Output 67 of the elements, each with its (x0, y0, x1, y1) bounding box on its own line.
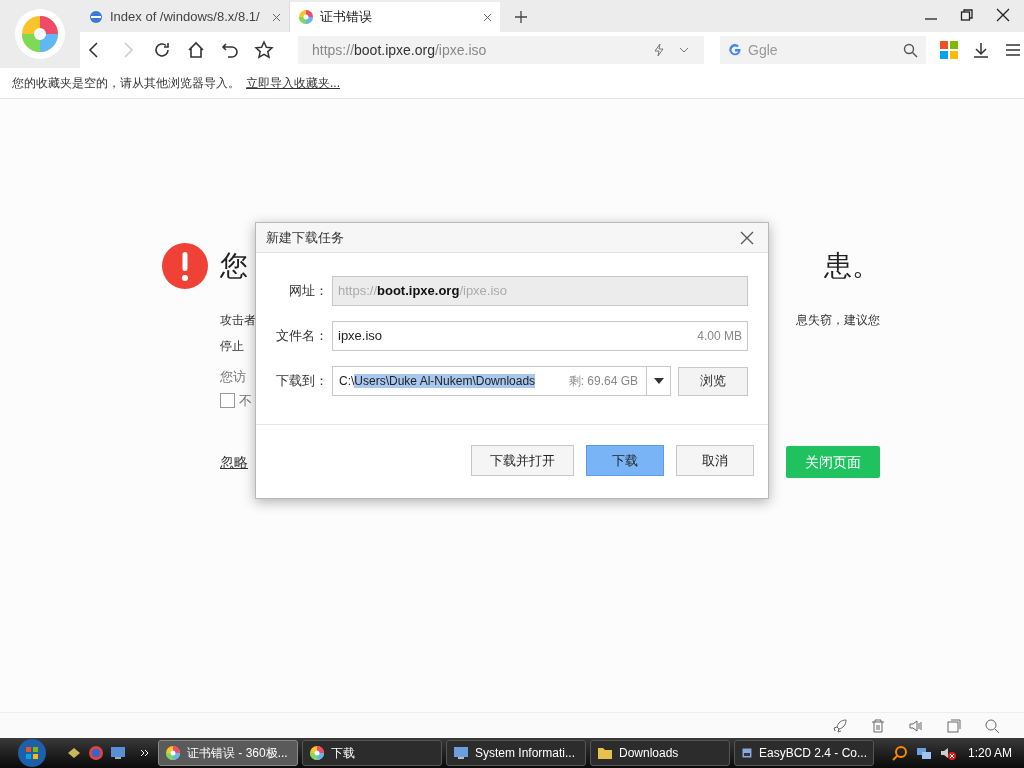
desktop-icon[interactable] (110, 745, 126, 761)
checkbox[interactable] (220, 392, 235, 408)
field-label: 网址： (288, 282, 329, 301)
field-label: 文件名： (275, 327, 329, 346)
star-icon[interactable] (254, 40, 274, 60)
quick-launch-icon[interactable] (88, 745, 104, 761)
address-bar[interactable]: https://boot.ipxe.org/ipxe.iso (298, 36, 704, 64)
cancel-button[interactable]: 取消 (676, 445, 754, 476)
path-text: C:\Users\Duke Al-Nukem\Downloads (339, 373, 537, 390)
search-icon[interactable] (903, 42, 918, 58)
clock[interactable]: 1:20 AM (967, 744, 1012, 762)
new-tab-icon[interactable] (514, 10, 528, 24)
error-heading: 患。 (824, 249, 880, 283)
apps-grid-icon[interactable] (940, 41, 958, 59)
google-icon (728, 43, 742, 57)
dialog-title: 新建下载任务 (266, 228, 344, 247)
swirl-logo-icon (298, 9, 314, 25)
menu-icon[interactable] (1004, 41, 1022, 59)
undo-icon[interactable] (220, 40, 240, 60)
download-and-open-button[interactable]: 下载并打开 (471, 445, 574, 476)
close-icon[interactable] (740, 230, 754, 245)
chevrons-icon[interactable] (140, 748, 150, 758)
warning-text: 停止 (220, 339, 244, 353)
free-space: 剩: 69.64 GB (568, 373, 639, 390)
download-icon[interactable] (972, 41, 990, 59)
close-icon[interactable] (996, 8, 1010, 22)
error-heading: 您 (220, 249, 248, 283)
bookmarks-message: 您的收藏夹是空的，请从其他浏览器导入。 (12, 75, 240, 92)
warning-text: 息失窃，建议您 (796, 312, 880, 329)
field-label: 下载到： (275, 372, 329, 391)
quick-launch-icon[interactable] (66, 745, 82, 761)
rocket-icon[interactable] (832, 717, 848, 734)
speaker-icon[interactable] (908, 717, 924, 734)
tab[interactable]: 证书错误 (290, 2, 500, 32)
taskbar-button[interactable]: EasyBCD 2.4 - Co... (734, 740, 874, 766)
url-field: https://boot.ipxe.org/ipxe.iso (332, 276, 748, 306)
ignore-warning-link[interactable]: 忽略 (220, 451, 248, 473)
lightning-icon[interactable] (652, 43, 666, 57)
download-button[interactable]: 下载 (586, 445, 664, 476)
checkbox-label: 不 (239, 391, 252, 410)
browser-logo-icon[interactable] (14, 8, 66, 60)
home-icon[interactable] (186, 40, 206, 60)
browse-button[interactable]: 浏览 (678, 366, 748, 396)
file-size: 4.00 MB (697, 328, 742, 345)
swirl-logo-icon (309, 745, 325, 761)
import-bookmarks-link[interactable]: 立即导入收藏夹... (246, 74, 340, 92)
info-text: 您访 (220, 369, 246, 384)
muted-speaker-icon[interactable] (939, 745, 956, 761)
taskbar-button[interactable]: 下载 (302, 740, 442, 766)
taskbar-button[interactable]: Downloads (590, 740, 730, 766)
swirl-logo-icon (165, 745, 181, 761)
caret-icon (653, 378, 664, 384)
taskbar-button[interactable]: System Informati... (446, 740, 586, 766)
error-icon (162, 243, 208, 289)
computer-icon (453, 745, 469, 761)
network-icon[interactable] (915, 745, 932, 761)
folder-icon (597, 745, 613, 761)
taskbar-button[interactable]: 证书错误 - 360极... (158, 740, 298, 766)
filename-field[interactable]: ipxe.iso 4.00 MB (332, 321, 748, 351)
restore-icon[interactable] (960, 8, 974, 22)
search-icon[interactable] (891, 745, 908, 761)
reload-icon[interactable] (152, 40, 172, 60)
trash-icon[interactable] (870, 717, 886, 734)
destination-field[interactable]: C:\Users\Duke Al-Nukem\Downloads 剩: 69.64 GB (332, 366, 671, 396)
globe-icon (88, 9, 104, 25)
warning-text: 攻击者 (220, 312, 256, 329)
url-text: https://boot.ipxe.org/ipxe.iso (312, 40, 488, 60)
